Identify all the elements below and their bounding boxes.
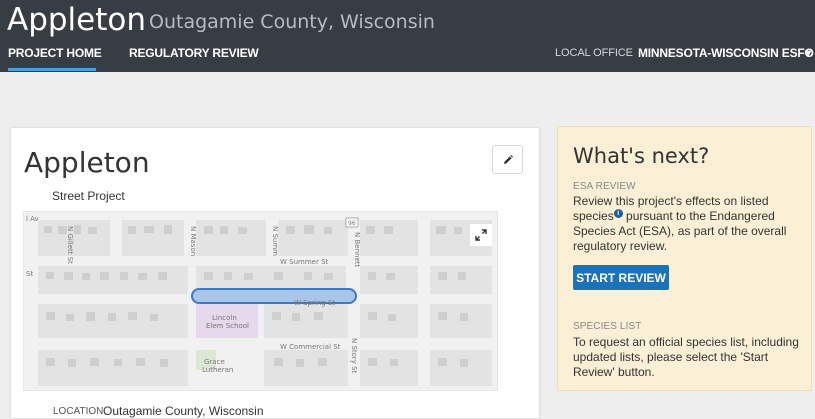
info-icon[interactable]: i [613,209,623,218]
tab-regulatory-review[interactable]: REGULATORY REVIEW [129,46,259,60]
map-label-edge-st: St [26,270,33,278]
whats-next-panel: What's next? ESA REVIEW Review this proj… [557,126,812,391]
map-label-lutheran: Lutheran [202,366,233,374]
start-review-button[interactable]: START REVIEW [573,265,669,290]
edit-project-button[interactable] [492,145,523,174]
project-type: Street Project [52,189,125,203]
location-label: LOCATION [53,406,104,417]
esa-review-description: Review this project's effects on listed … [573,194,801,254]
project-card: Appleton Street Project l Av St N Gillet… [10,127,540,419]
map-label-edge-av: l Av [26,215,39,223]
map-label-bennett: N Bennett [353,232,361,267]
species-list-label: SPECIES LIST [573,321,642,332]
map-expand-button[interactable] [470,224,492,246]
map-label-summit: N Summ [271,226,279,256]
map-label-lincoln: Lincoln [212,314,237,322]
project-map[interactable]: l Av St N Gillett St N Mason N Summ N Be… [23,211,498,391]
expand-icon [475,229,487,241]
tab-project-home[interactable]: PROJECT HOME [8,46,102,60]
active-tab-indicator [8,68,96,71]
map-label-mason: N Mason [189,226,197,256]
map-label-commercial: W Commercial St [280,343,341,351]
species-list-description: To request an official species list, inc… [573,335,799,379]
local-office-label: LOCAL OFFICE [555,47,633,59]
project-name: Appleton [24,146,150,179]
pencil-icon [503,154,513,164]
map-label-grace: Grace [204,358,225,366]
chevron-down-icon[interactable]: ▾ [805,46,811,60]
map-label-gillett: N Gillett St [66,226,74,264]
project-county-subtitle: Outagamie County, Wisconsin [149,11,435,33]
map-label-elem-school: Elem School [206,322,249,330]
map-label-spring: W Spring St [294,299,335,307]
location-value: Outagamie County, Wisconsin [103,404,264,418]
whats-next-title: What's next? [573,144,710,168]
project-city-title: Appleton [7,2,147,38]
map-canvas[interactable]: l Av St N Gillett St N Mason N Summ N Be… [24,212,497,390]
esa-review-label: ESA REVIEW [573,181,636,192]
top-header: Appleton Outagamie County, Wisconsin PRO… [0,0,815,72]
map-label-story: N Story St [350,338,358,374]
local-office-dropdown[interactable]: MINNESOTA-WISCONSIN ESFO [638,46,814,60]
map-label-summer: W Summer St [280,258,329,266]
route-shield-label: 96 [348,220,356,227]
